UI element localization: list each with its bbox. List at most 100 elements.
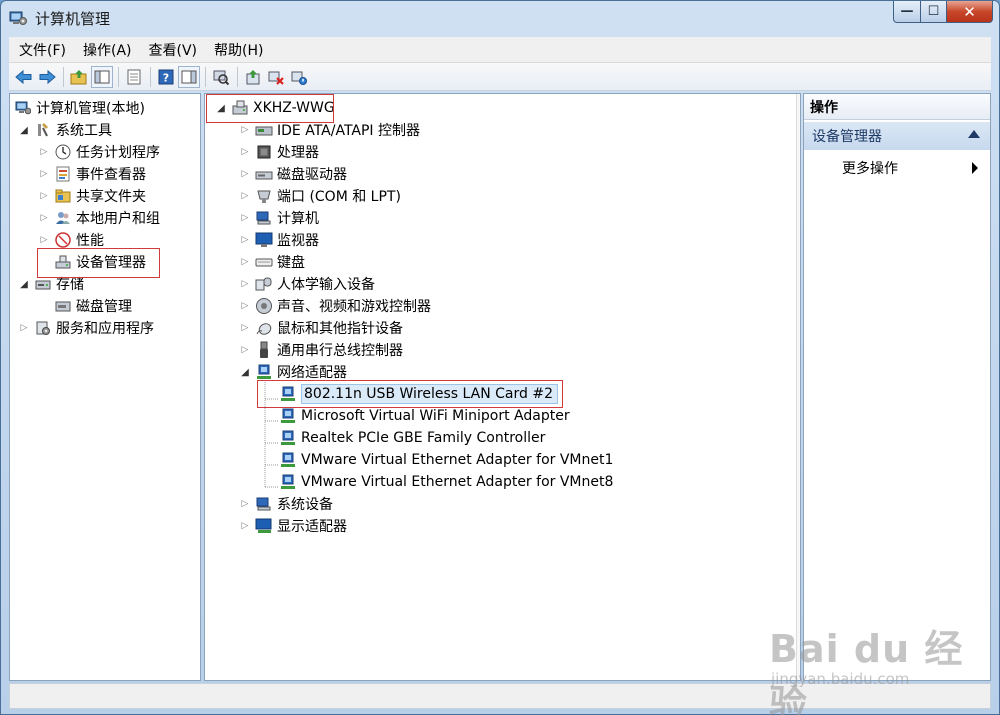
tree-node-disk-management[interactable]: 磁盘管理	[54, 295, 132, 317]
collapsed-triangle-icon[interactable]: ▷	[18, 322, 30, 334]
network-adapter-item-wireless[interactable]: 802.11n USB Wireless LAN Card #2	[279, 383, 558, 405]
keyboard-icon	[255, 253, 273, 271]
back-button[interactable]	[13, 66, 35, 88]
help-button[interactable]: ?	[155, 66, 177, 88]
collapsed-triangle-icon[interactable]: ▷	[38, 234, 50, 246]
category-disk-drives[interactable]: ▷ 磁盘驱动器	[239, 163, 347, 185]
tree-node-event-viewer[interactable]: ▷ 事件查看器	[38, 163, 146, 185]
navigation-tree-pane[interactable]: 计算机管理(本地) ◢ 系统工具 ▷ 任务计划程序 ▷ 事件查看器 ▷ 共享文件…	[9, 93, 201, 681]
uninstall-button[interactable]	[265, 66, 287, 88]
device-tree-root[interactable]: ◢ XKHZ-WWG	[215, 97, 335, 119]
tree-label: 服务和应用程序	[56, 321, 154, 337]
properties-button[interactable]	[123, 66, 145, 88]
tree-label: 系统工具	[56, 123, 112, 139]
device-label: VMware Virtual Ethernet Adapter for VMne…	[301, 474, 614, 490]
collapsed-triangle-icon[interactable]: ▷	[239, 146, 251, 158]
category-mouse[interactable]: ▷ 鼠标和其他指针设备	[239, 317, 403, 339]
collapsed-triangle-icon[interactable]: ▷	[239, 168, 251, 180]
show-hide-action-pane-button[interactable]	[178, 65, 200, 88]
collapsed-triangle-icon[interactable]: ▷	[239, 278, 251, 290]
update-driver-button[interactable]	[242, 66, 264, 88]
category-ide[interactable]: ▷ IDE ATA/ATAPI 控制器	[239, 119, 420, 141]
category-display-adapters[interactable]: ▷ 显示适配器	[239, 515, 347, 537]
menu-action[interactable]: 操作(A)	[73, 40, 139, 60]
scan-hardware-button[interactable]	[210, 66, 232, 88]
collapsed-triangle-icon[interactable]: ▷	[38, 190, 50, 202]
category-hid[interactable]: ▷ 人体学输入设备	[239, 273, 375, 295]
category-ports[interactable]: ▷ 端口 (COM 和 LPT)	[239, 185, 401, 207]
collapsed-triangle-icon[interactable]: ▷	[239, 124, 251, 136]
category-label: 显示适配器	[277, 519, 347, 535]
category-keyboard[interactable]: ▷ 键盘	[239, 251, 305, 273]
forward-button[interactable]	[36, 66, 58, 88]
network-adapter-icon	[279, 407, 297, 425]
expanded-triangle-icon[interactable]: ◢	[215, 102, 227, 114]
maximize-button[interactable]: ☐	[921, 1, 947, 23]
close-button[interactable]: ✕	[947, 1, 993, 23]
show-hide-tree-icon	[94, 70, 110, 83]
collapsed-triangle-icon[interactable]: ▷	[38, 168, 50, 180]
collapsed-triangle-icon[interactable]: ▷	[239, 190, 251, 202]
expanded-triangle-icon[interactable]: ◢	[239, 366, 251, 378]
collapsed-triangle-icon[interactable]: ▷	[239, 300, 251, 312]
network-adapter-item[interactable]: Microsoft Virtual WiFi Miniport Adapter	[279, 405, 570, 427]
storage-icon	[34, 275, 52, 293]
tree-node-local-users[interactable]: ▷ 本地用户和组	[38, 207, 160, 229]
pane-splitter[interactable]	[796, 94, 800, 680]
title-bar[interactable]: 计算机管理 — ☐ ✕	[1, 1, 999, 35]
event-viewer-icon	[54, 165, 72, 183]
show-hide-tree-button[interactable]	[91, 65, 113, 88]
network-adapter-item[interactable]: Realtek PCIe GBE Family Controller	[279, 427, 545, 449]
more-actions-item[interactable]: 更多操作	[842, 157, 982, 179]
toolbar-separator	[205, 66, 206, 87]
network-adapter-item[interactable]: VMware Virtual Ethernet Adapter for VMne…	[279, 471, 613, 493]
network-adapter-icon	[279, 473, 297, 491]
minimize-button[interactable]: —	[893, 1, 921, 23]
collapsed-triangle-icon[interactable]: ▷	[239, 256, 251, 268]
network-adapter-item[interactable]: VMware Virtual Ethernet Adapter for VMne…	[279, 449, 613, 471]
menu-file[interactable]: 文件(F)	[9, 40, 73, 60]
collapse-up-icon[interactable]	[968, 130, 980, 138]
minimize-icon: —	[900, 4, 914, 19]
selected-device-label: 802.11n USB Wireless LAN Card #2	[301, 384, 558, 404]
category-usb[interactable]: ▷ 通用串行总线控制器	[239, 339, 403, 361]
actions-header: 操作	[804, 94, 990, 120]
collapsed-triangle-icon[interactable]: ▷	[38, 212, 50, 224]
tree-node-system-tools[interactable]: ◢ 系统工具	[18, 119, 112, 141]
tree-label: 性能	[76, 233, 104, 249]
category-monitor[interactable]: ▷ 监视器	[239, 229, 319, 251]
category-computer[interactable]: ▷ 计算机	[239, 207, 319, 229]
collapsed-triangle-icon[interactable]: ▷	[239, 212, 251, 224]
category-system-devices[interactable]: ▷ 系统设备	[239, 493, 333, 515]
menu-view[interactable]: 查看(V)	[139, 40, 205, 60]
category-network-adapters[interactable]: ◢ 网络适配器	[239, 361, 347, 383]
expanded-triangle-icon[interactable]: ◢	[18, 278, 30, 290]
performance-icon	[54, 231, 72, 249]
tree-node-performance[interactable]: ▷ 性能	[38, 229, 104, 251]
tree-node-device-manager[interactable]: 设备管理器	[54, 251, 146, 273]
device-manager-icon	[54, 253, 72, 271]
collapsed-triangle-icon[interactable]: ▷	[239, 498, 251, 510]
category-label: 鼠标和其他指针设备	[277, 321, 403, 337]
toolbar-separator	[118, 66, 119, 87]
tree-node-storage[interactable]: ◢ 存储	[18, 273, 84, 295]
device-tree-pane[interactable]: ◢ XKHZ-WWG ▷ IDE ATA/ATAPI 控制器 ▷ 处理器 ▷ 磁…	[204, 93, 801, 681]
category-processor[interactable]: ▷ 处理器	[239, 141, 319, 163]
collapsed-triangle-icon[interactable]: ▷	[239, 344, 251, 356]
collapsed-triangle-icon[interactable]: ▷	[239, 322, 251, 334]
category-sound[interactable]: ▷ 声音、视频和游戏控制器	[239, 295, 431, 317]
collapsed-triangle-icon[interactable]: ▷	[38, 146, 50, 158]
actions-section-device-manager[interactable]: 设备管理器	[804, 122, 990, 150]
tree-node-task-scheduler[interactable]: ▷ 任务计划程序	[38, 141, 160, 163]
disable-device-button[interactable]	[288, 66, 310, 88]
collapsed-triangle-icon[interactable]: ▷	[239, 520, 251, 532]
tree-node-services-apps[interactable]: ▷ 服务和应用程序	[18, 317, 154, 339]
forward-arrow-icon	[39, 69, 56, 84]
menu-help[interactable]: 帮助(H)	[204, 40, 270, 60]
up-button[interactable]	[68, 66, 90, 88]
collapsed-triangle-icon[interactable]: ▷	[239, 234, 251, 246]
tree-label: 任务计划程序	[76, 145, 160, 161]
tree-node-shared-folders[interactable]: ▷ 共享文件夹	[38, 185, 146, 207]
expanded-triangle-icon[interactable]: ◢	[18, 124, 30, 136]
tree-node-computer-management[interactable]: 计算机管理(本地)	[14, 97, 145, 119]
